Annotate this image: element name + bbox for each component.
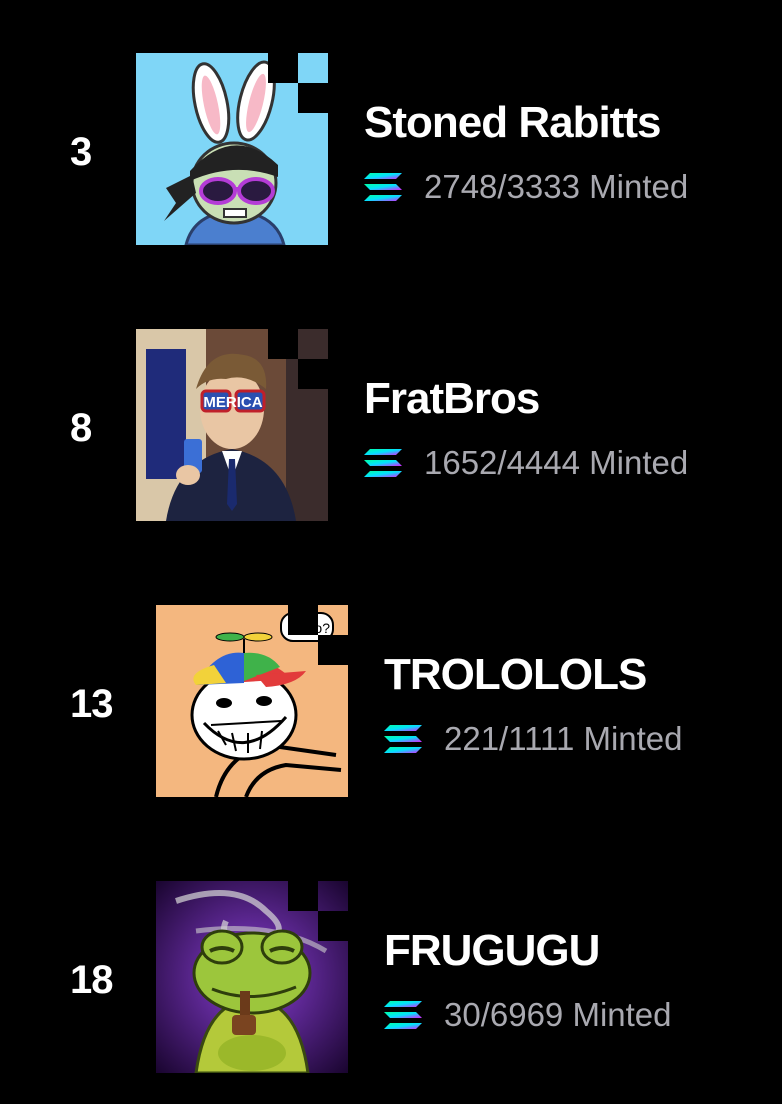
collection-name[interactable]: Stoned Rabitts: [364, 98, 661, 148]
collection-name[interactable]: TROLOLOLS: [384, 650, 647, 700]
minted-count: 30/6969 Minted: [384, 996, 672, 1034]
solana-icon: [364, 173, 402, 201]
solana-icon: [364, 449, 402, 477]
collection-row-trolololols[interactable]: 13 bro?: [0, 602, 782, 802]
minted-text: 221/1111 Minted: [444, 720, 683, 757]
fratbros-thumbnail[interactable]: MERICA: [136, 329, 328, 521]
solana-icon: [384, 725, 422, 753]
solana-icon: [384, 1001, 422, 1029]
fratbro-avatar: MERICA: [136, 329, 328, 521]
minted-text: 30/6969 Minted: [444, 996, 672, 1033]
rank-number: 3: [70, 130, 92, 174]
minted-count: 221/1111 Minted: [384, 720, 683, 758]
minted-text: 2748/3333 Minted: [424, 168, 689, 205]
minted-text: 1652/4444 Minted: [424, 444, 689, 481]
collection-row-fratbros[interactable]: 8 MERICA FratBros 1652/4444 Minted: [0, 326, 782, 526]
glasses-text: MERICA: [203, 394, 262, 411]
trolololols-thumbnail[interactable]: bro?: [156, 605, 348, 797]
trollface-avatar: bro?: [156, 605, 348, 797]
rank-number: 8: [70, 406, 92, 450]
rank-number: 13: [70, 682, 113, 726]
frog-avatar: [156, 881, 348, 1073]
minted-count: 2748/3333 Minted: [364, 168, 688, 206]
minted-count: 1652/4444 Minted: [364, 444, 688, 482]
collection-name[interactable]: FratBros: [364, 374, 540, 424]
rabbit-avatar: [136, 53, 328, 245]
collection-row-frugugu[interactable]: 18 FRUGUGU 30/6969 Minted: [0, 878, 782, 1078]
collection-name[interactable]: FRUGUGU: [384, 926, 600, 976]
collection-row-stoned-rabitts[interactable]: 3 Stoned Rabitts 2748/3333 Minted: [0, 50, 782, 250]
frugugu-thumbnail[interactable]: [156, 881, 348, 1073]
rank-number: 18: [70, 958, 113, 1002]
stoned-rabitts-thumbnail[interactable]: [136, 53, 328, 245]
